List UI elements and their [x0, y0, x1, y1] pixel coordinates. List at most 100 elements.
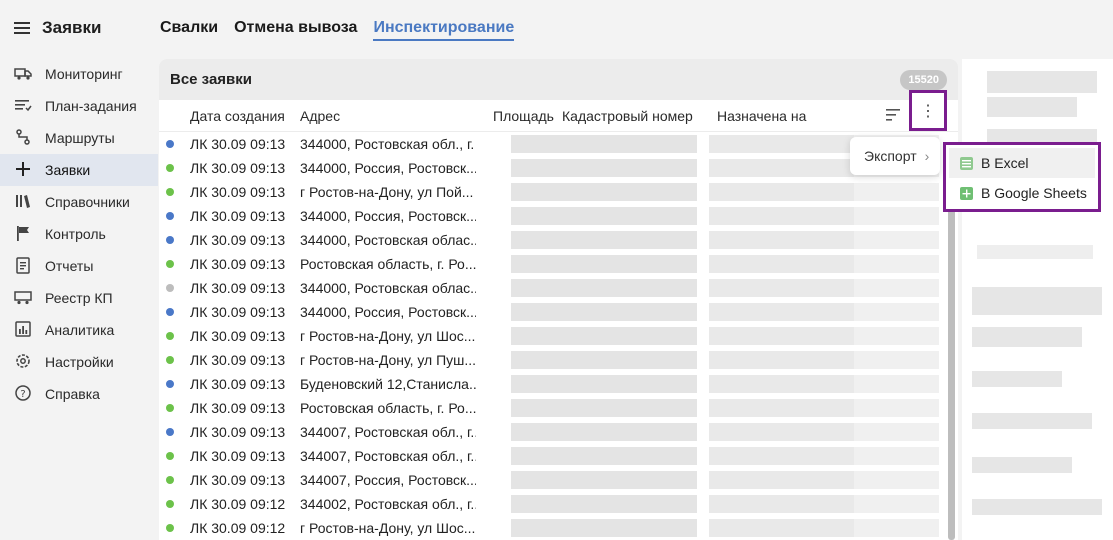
- row-address: 344000, Россия, Ростовск...: [300, 304, 476, 320]
- table-row[interactable]: ЛК 30.09 09:12 344002, Ростовская обл., г…: [159, 492, 958, 516]
- table-row[interactable]: ЛК 30.09 09:12 г Ростов-на-Дону, ул Шос..…: [159, 516, 958, 540]
- sidebar-item-9[interactable]: Настройки: [0, 346, 158, 378]
- row-date: ЛК 30.09 09:13: [190, 160, 286, 176]
- flag-icon: [13, 223, 33, 246]
- table-row[interactable]: ЛК 30.09 09:13 г Ростов-на-Дону, ул Пуш..…: [159, 348, 958, 372]
- table-row[interactable]: ЛК 30.09 09:13 344007, Ростовская обл., г…: [159, 420, 958, 444]
- redacted-cell: [709, 495, 859, 513]
- row-date: ЛК 30.09 09:13: [190, 256, 286, 272]
- sidebar-item-7[interactable]: Реестр КП: [0, 282, 158, 314]
- col-address[interactable]: Адрес: [300, 108, 340, 124]
- sidebar-item-label: Заявки: [45, 162, 91, 178]
- sidebar-item-1[interactable]: План-задания: [0, 90, 158, 122]
- redacted-cell: [854, 351, 939, 369]
- redacted-cell: [511, 399, 697, 417]
- more-options-button[interactable]: ⋮: [909, 90, 947, 131]
- redacted-cell: [511, 231, 697, 249]
- row-date: ЛК 30.09 09:13: [190, 208, 286, 224]
- sidebar: Заявки Мониторинг План-задания Маршруты Зая…: [0, 0, 158, 540]
- sidebar-item-label: Справка: [45, 386, 100, 402]
- redacted-cell: [511, 423, 697, 441]
- row-address: 344000, Ростовская облас...: [300, 280, 476, 296]
- redacted-cell: [709, 423, 859, 441]
- table-row[interactable]: ЛК 30.09 09:13 г Ростов-на-Дону, ул Шос..…: [159, 324, 958, 348]
- export-google-sheets-label: В Google Sheets: [981, 185, 1087, 201]
- sidebar-item-5[interactable]: Контроль: [0, 218, 158, 250]
- row-address: г Ростов-на-Дону, ул Пуш...: [300, 352, 476, 368]
- status-dot: [166, 308, 174, 316]
- sidebar-item-label: Настройки: [45, 354, 114, 370]
- redacted-cell: [854, 327, 939, 345]
- analytics-icon: [13, 319, 33, 342]
- row-address: 344000, Россия, Ростовск...: [300, 208, 476, 224]
- redacted-cell: [709, 183, 859, 201]
- row-address: 344000, Ростовская облас...: [300, 232, 476, 248]
- tab-inspektirovanie[interactable]: Инспектирование: [373, 19, 515, 41]
- col-assigned-to[interactable]: Назначена на: [717, 108, 806, 124]
- redacted-cell: [511, 447, 697, 465]
- table-row[interactable]: ЛК 30.09 09:13 г Ростов-на-Дону, ул Пой..…: [159, 180, 958, 204]
- col-cadastral-number[interactable]: Кадастровый номер: [562, 108, 693, 124]
- status-dot: [166, 332, 174, 340]
- sidebar-item-label: Отчеты: [45, 258, 94, 274]
- status-dot: [166, 260, 174, 268]
- redacted-cell: [854, 447, 939, 465]
- sort-icon[interactable]: [886, 109, 900, 121]
- export-menu-item[interactable]: Экспорт ›: [850, 137, 940, 175]
- table-row[interactable]: ЛК 30.09 09:13 344000, Ростовская облас..…: [159, 228, 958, 252]
- sidebar-item-3[interactable]: Заявки: [0, 154, 158, 186]
- redacted-cell: [511, 303, 697, 321]
- row-date: ЛК 30.09 09:13: [190, 184, 286, 200]
- col-area[interactable]: Площадь: [493, 108, 554, 124]
- status-dot: [166, 404, 174, 412]
- row-address: г Ростов-на-Дону, ул Шос...: [300, 520, 476, 536]
- table-row[interactable]: ЛК 30.09 09:13 Ростовская область, г. Ро.…: [159, 252, 958, 276]
- app-title: Заявки: [42, 18, 102, 37]
- table-row[interactable]: ЛК 30.09 09:13 Буденовский 12,Станисла...: [159, 372, 958, 396]
- scrollbar[interactable]: [948, 175, 955, 540]
- redacted-cell: [709, 231, 859, 249]
- sidebar-item-label: Мониторинг: [45, 66, 123, 82]
- table-row[interactable]: ЛК 30.09 09:13 344000, Ростовская обл., г…: [159, 132, 958, 156]
- export-google-sheets-option[interactable]: В Google Sheets: [949, 178, 1095, 208]
- more-vertical-icon: ⋮: [920, 103, 936, 120]
- table-header: Дата создания Адрес Площадь Кадастровый …: [159, 90, 958, 132]
- table-row[interactable]: ЛК 30.09 09:13 Ростовская область, г. Ро.…: [159, 396, 958, 420]
- row-address: г Ростов-на-Дону, ул Пой...: [300, 184, 474, 200]
- table-row[interactable]: ЛК 30.09 09:13 344000, Россия, Ростовск..…: [159, 204, 958, 228]
- table-body: ЛК 30.09 09:13 344000, Ростовская обл., г…: [159, 132, 958, 540]
- redacted-cell: [709, 207, 859, 225]
- sidebar-item-2[interactable]: Маршруты: [0, 122, 158, 154]
- menu-icon[interactable]: [14, 22, 30, 34]
- sidebar-item-8[interactable]: Аналитика: [0, 314, 158, 346]
- table-row[interactable]: ЛК 30.09 09:13 344000, Ростовская облас..…: [159, 276, 958, 300]
- redacted-cell: [854, 423, 939, 441]
- sidebar-item-0[interactable]: Мониторинг: [0, 58, 158, 90]
- row-date: ЛК 30.09 09:12: [190, 520, 286, 536]
- redacted-cell: [854, 303, 939, 321]
- tab-svalki[interactable]: Свалки: [160, 19, 218, 41]
- col-date-created[interactable]: Дата создания: [190, 108, 285, 124]
- list-icon: [13, 95, 33, 118]
- redacted-cell: [854, 375, 939, 393]
- table-row[interactable]: ЛК 30.09 09:13 344007, Россия, Ростовск..…: [159, 468, 958, 492]
- sidebar-item-10[interactable]: ? Справка: [0, 378, 158, 410]
- table-row[interactable]: ЛК 30.09 09:13 344000, Россия, Ростовск..…: [159, 156, 958, 180]
- sidebar-item-4[interactable]: Справочники: [0, 186, 158, 218]
- status-dot: [166, 380, 174, 388]
- row-date: ЛК 30.09 09:12: [190, 496, 286, 512]
- table-row[interactable]: ЛК 30.09 09:13 344007, Ростовская обл., г…: [159, 444, 958, 468]
- google-sheets-icon: [960, 186, 973, 200]
- status-dot: [166, 452, 174, 460]
- sidebar-item-6[interactable]: Отчеты: [0, 250, 158, 282]
- tab-otmena-vyvoza[interactable]: Отмена вывоза: [234, 19, 357, 41]
- row-date: ЛК 30.09 09:13: [190, 400, 286, 416]
- status-dot: [166, 284, 174, 292]
- redacted-cell: [854, 279, 939, 297]
- redacted-cell: [511, 255, 697, 273]
- export-excel-option[interactable]: В Excel: [949, 148, 1095, 178]
- redacted-cell: [854, 255, 939, 273]
- status-dot: [166, 500, 174, 508]
- table-row[interactable]: ЛК 30.09 09:13 344000, Россия, Ростовск..…: [159, 300, 958, 324]
- status-dot: [166, 356, 174, 364]
